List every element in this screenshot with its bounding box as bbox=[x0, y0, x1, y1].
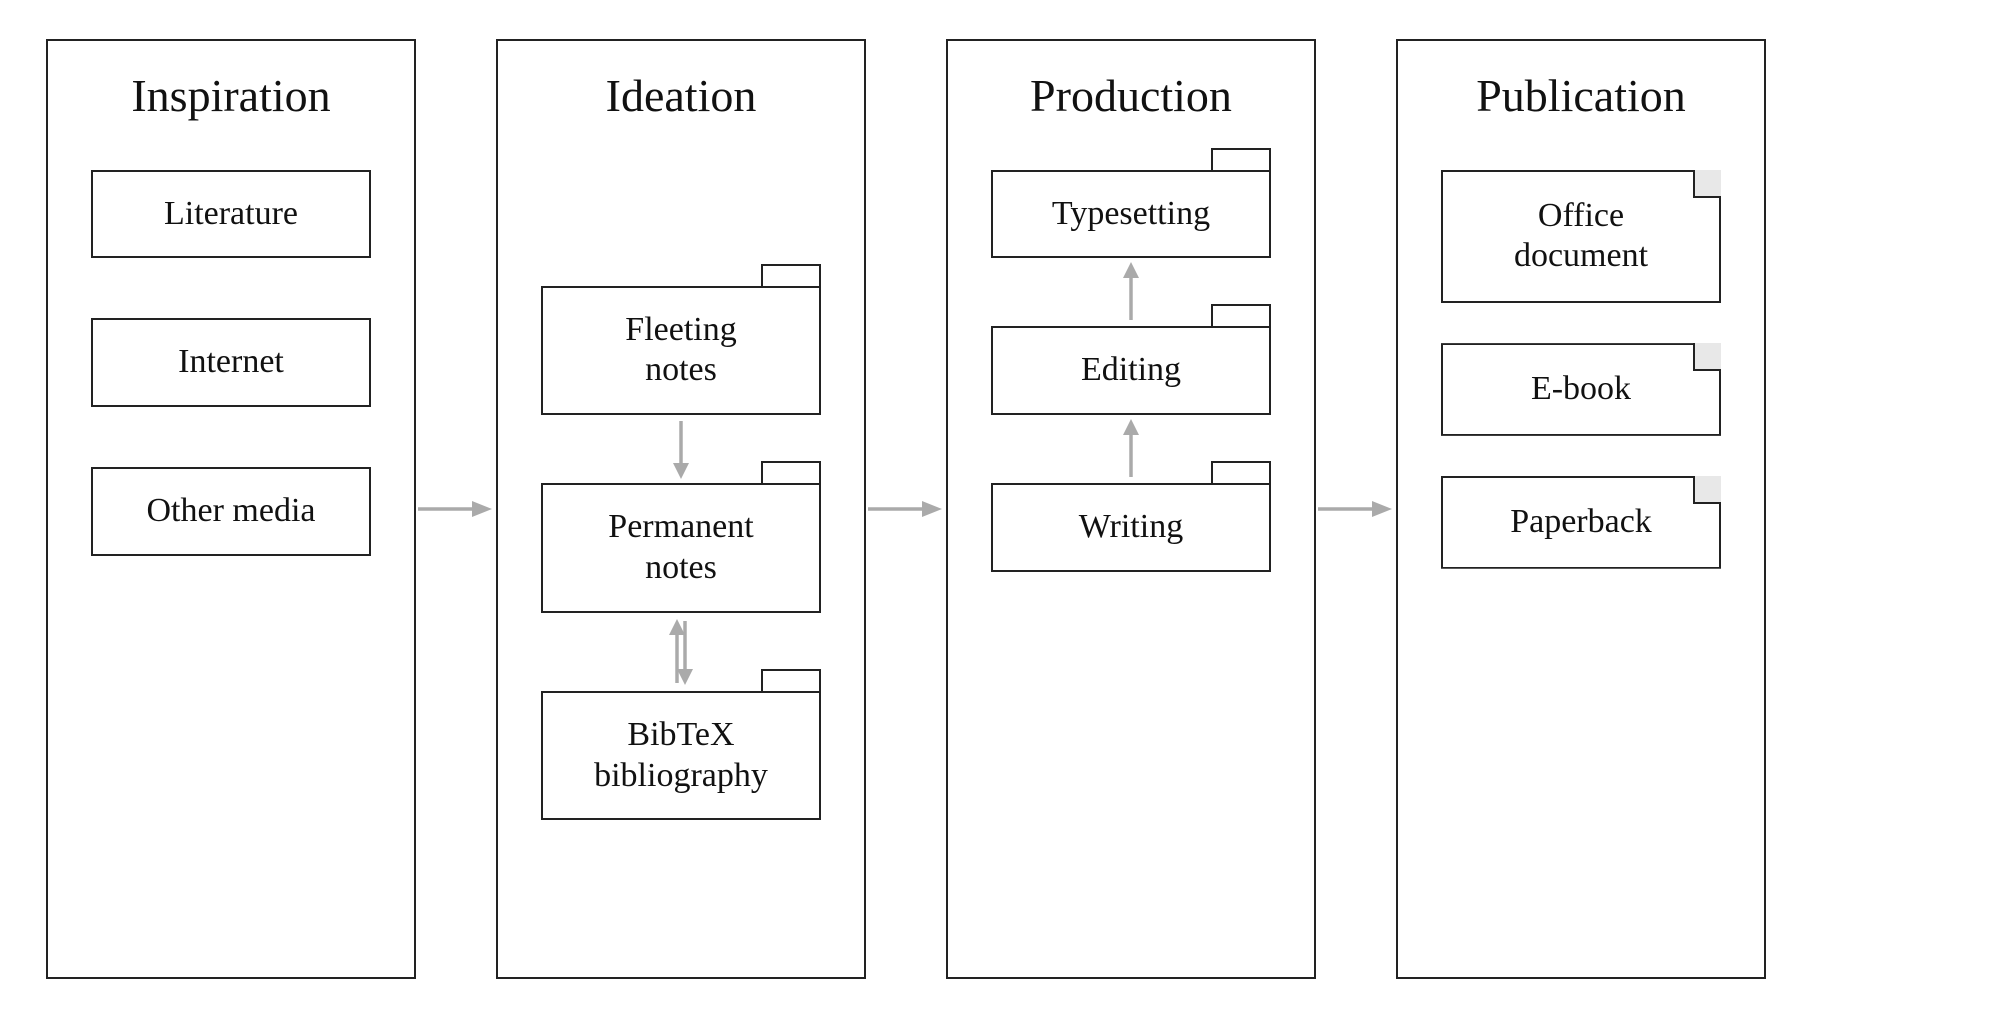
arrow-writing-editing bbox=[1113, 419, 1149, 479]
diagram: Inspiration Literature Internet Other me… bbox=[46, 29, 1946, 989]
other-media-node: Other media bbox=[91, 467, 371, 556]
writing-node: Writing bbox=[991, 483, 1271, 572]
inspiration-column: Inspiration Literature Internet Other me… bbox=[46, 39, 416, 979]
literature-node: Literature bbox=[91, 170, 371, 259]
fleeting-notes-node: Fleetingnotes bbox=[541, 286, 821, 416]
editing-node: Editing bbox=[991, 326, 1271, 415]
inspiration-title: Inspiration bbox=[131, 69, 330, 122]
office-document-node: Officedocument bbox=[1441, 170, 1721, 304]
ebook-node: E-book bbox=[1441, 343, 1721, 436]
publication-column: Publication Officedocument E-book Paperb… bbox=[1396, 39, 1766, 979]
permanent-notes-node: Permanentnotes bbox=[541, 483, 821, 613]
publication-title: Publication bbox=[1476, 69, 1686, 122]
arrow-ideation-production bbox=[866, 491, 946, 527]
production-title: Production bbox=[1030, 69, 1232, 122]
typesetting-node: Typesetting bbox=[991, 170, 1271, 259]
ideation-title: Ideation bbox=[606, 69, 757, 122]
arrow-production-publication bbox=[1316, 491, 1396, 527]
arrow-inspiration-ideation bbox=[416, 491, 496, 527]
bibtex-node: BibTeXbibliography bbox=[541, 691, 821, 821]
ideation-column: Ideation Fleetingnotes Permanent bbox=[496, 39, 866, 979]
arrow-editing-typesetting bbox=[1113, 262, 1149, 322]
production-column: Production Typesetting Editing bbox=[946, 39, 1316, 979]
paperback-node: Paperback bbox=[1441, 476, 1721, 569]
internet-node: Internet bbox=[91, 318, 371, 407]
arrow-permanent-bibtex bbox=[663, 617, 699, 687]
arrow-fleeting-permanent bbox=[663, 419, 699, 479]
